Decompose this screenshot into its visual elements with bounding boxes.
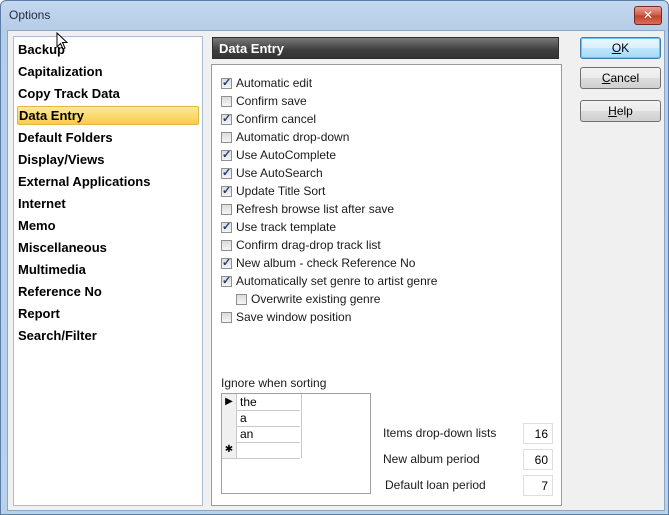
checkbox-unchecked[interactable] — [221, 131, 232, 143]
category-item[interactable]: Copy Track Data — [17, 84, 199, 103]
option-checkbox-row[interactable]: Refresh browse list after save — [221, 201, 394, 217]
numeric-input[interactable]: 60 — [523, 449, 553, 470]
option-checkbox-row[interactable]: Save window position — [221, 309, 351, 325]
grid-cell[interactable]: an — [238, 426, 302, 442]
grid-row[interactable]: ▶ the — [222, 394, 302, 411]
ignore-sorting-grid[interactable]: ▶ the a an ✱ — [221, 393, 371, 494]
category-item[interactable]: Data Entry — [17, 106, 199, 125]
checkbox-checked[interactable] — [221, 184, 232, 197]
category-item[interactable]: Miscellaneous — [17, 238, 199, 257]
option-checkbox-row[interactable]: New album - check Reference No — [221, 255, 415, 271]
option-checkbox-row[interactable]: Use AutoComplete — [221, 147, 336, 163]
help-accel: H — [608, 104, 617, 118]
option-checkbox-row[interactable]: Use track template — [221, 219, 336, 235]
checkbox-checked[interactable] — [221, 166, 232, 179]
option-checkbox-row[interactable]: Automatic edit — [221, 75, 312, 91]
option-label: Automatic drop-down — [236, 130, 350, 144]
option-label: Confirm drag-drop track list — [236, 238, 381, 252]
checkbox-unchecked[interactable] — [221, 239, 232, 251]
option-label: Automatic edit — [236, 76, 313, 90]
option-label: Use track template — [236, 220, 337, 234]
checkbox-checked[interactable] — [221, 220, 232, 233]
grid-cell[interactable]: the — [238, 394, 302, 410]
field-label: Items drop-down lists — [383, 426, 497, 440]
option-checkbox-row[interactable]: Confirm save — [221, 93, 307, 109]
row-header[interactable] — [222, 410, 237, 426]
checkbox-checked[interactable] — [221, 256, 232, 269]
options-dialog: Options ✕ Backup Capitalization Copy Track… — [0, 0, 669, 515]
checkbox-unchecked[interactable] — [221, 311, 232, 323]
mouse-cursor-icon — [56, 32, 68, 50]
option-label: Automatically set genre to artist genre — [236, 274, 438, 288]
ok-button[interactable]: OK — [580, 37, 661, 59]
option-label: Use AutoComplete — [236, 148, 337, 162]
option-checkbox-row[interactable]: Update Title Sort — [221, 183, 325, 199]
category-item[interactable]: Multimedia — [17, 260, 199, 279]
title-bar[interactable]: Options ✕ — [1, 1, 668, 29]
option-checkbox-row[interactable]: Automatic drop-down — [221, 129, 349, 145]
checkbox-unchecked[interactable] — [221, 95, 232, 107]
numeric-input[interactable]: 7 — [523, 475, 553, 496]
grid-cell[interactable] — [238, 442, 302, 458]
grid-row[interactable]: ✱ — [222, 442, 302, 459]
category-item[interactable]: Default Folders — [17, 128, 199, 147]
new-row-star-icon[interactable]: ✱ — [222, 442, 237, 458]
checkbox-checked[interactable] — [221, 148, 232, 161]
category-item[interactable]: Backup — [17, 40, 199, 59]
numeric-input[interactable]: 16 — [523, 423, 553, 444]
option-checkbox-row[interactable]: Use AutoSearch — [221, 165, 323, 181]
option-label: Save window position — [236, 310, 352, 324]
row-header[interactable] — [222, 426, 237, 442]
checkbox-checked[interactable] — [221, 76, 232, 89]
cancel-label: ancel — [610, 71, 640, 85]
category-item[interactable]: Search/Filter — [17, 326, 199, 345]
ok-label: K — [621, 41, 630, 55]
current-row-arrow-icon[interactable]: ▶ — [222, 394, 237, 410]
window-title: Options — [9, 8, 51, 22]
option-label: Overwrite existing genre — [251, 292, 381, 306]
ok-accel: O — [611, 41, 622, 55]
field-label: New album period — [383, 452, 480, 466]
checkbox-checked[interactable] — [221, 112, 232, 125]
category-item[interactable]: Reference No — [17, 282, 199, 301]
option-label: Confirm cancel — [236, 112, 317, 126]
settings-panel: Ignore when sorting ▶theaan✱ Automatic e… — [211, 64, 562, 506]
option-label: Update Title Sort — [236, 184, 326, 198]
option-label: Use AutoSearch — [236, 166, 323, 180]
category-item[interactable]: Internet — [17, 194, 199, 213]
option-checkbox-row[interactable]: Automatically set genre to artist genre — [221, 273, 437, 289]
help-label: elp — [616, 104, 633, 118]
category-item[interactable]: Memo — [17, 216, 199, 235]
checkbox-checked[interactable] — [221, 274, 232, 287]
option-checkbox-row[interactable]: Confirm cancel — [221, 111, 316, 127]
panel-header: Data Entry — [212, 37, 559, 59]
option-label: New album - check Reference No — [236, 256, 416, 270]
category-item[interactable]: Display/Views — [17, 150, 199, 169]
field-label: Default loan period — [385, 478, 486, 492]
option-checkbox-row[interactable]: Overwrite existing genre — [236, 291, 380, 307]
grid-cell[interactable]: a — [238, 410, 302, 426]
close-icon: ✕ — [642, 8, 654, 22]
grid-row[interactable]: an — [222, 426, 302, 443]
cancel-button[interactable]: Cancel — [580, 67, 661, 89]
category-item[interactable]: Capitalization — [17, 62, 199, 81]
help-button[interactable]: Help — [580, 100, 661, 122]
checkbox-unchecked[interactable] — [236, 293, 247, 305]
option-checkbox-row[interactable]: Confirm drag-drop track list — [221, 237, 381, 253]
category-item[interactable]: Report — [17, 304, 199, 323]
checkbox-unchecked[interactable] — [221, 203, 232, 215]
option-label: Refresh browse list after save — [236, 202, 395, 216]
category-list[interactable]: Backup Capitalization Copy Track Data Data … — [13, 36, 203, 506]
ignore-sorting-label: Ignore when sorting — [221, 376, 327, 390]
close-button[interactable]: ✕ — [634, 6, 662, 25]
grid-row[interactable]: a — [222, 410, 302, 427]
dialog-body: Backup Capitalization Copy Track Data Data … — [7, 30, 665, 511]
option-label: Confirm save — [236, 94, 307, 108]
category-item[interactable]: External Applications — [17, 172, 199, 191]
